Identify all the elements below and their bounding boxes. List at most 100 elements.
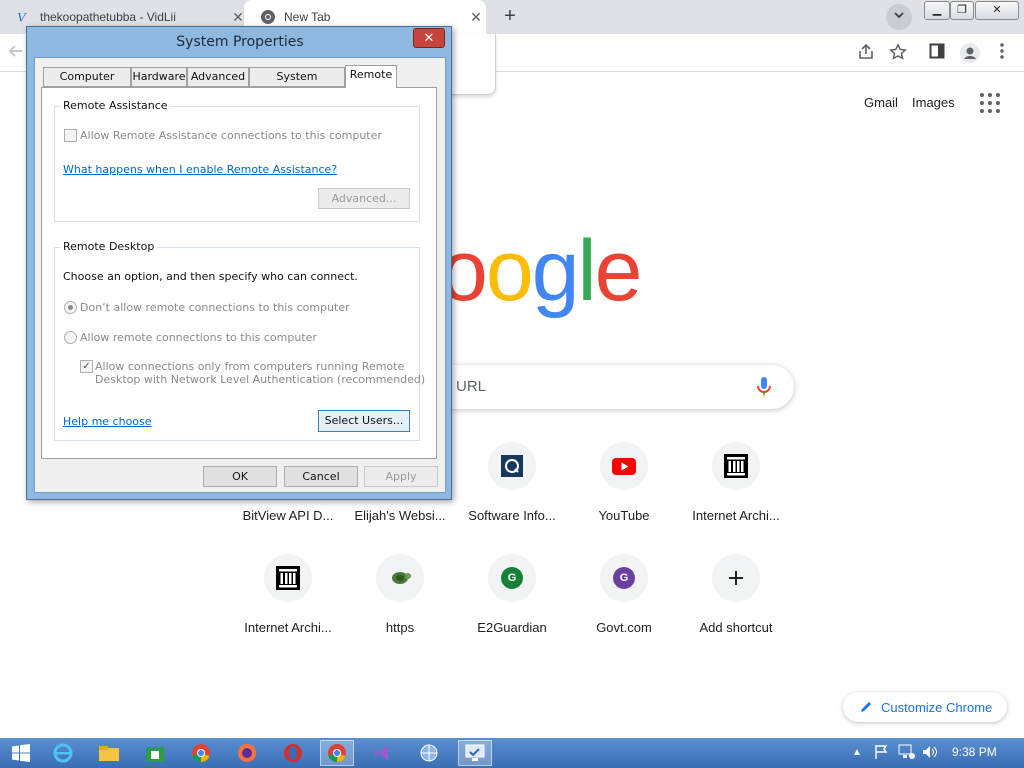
logo-text: oogle [440, 223, 643, 319]
svg-text:V: V [17, 11, 27, 25]
chrome-icon [260, 9, 276, 25]
visual-studio-icon[interactable] [366, 740, 400, 766]
customize-chrome-button[interactable]: Customize Chrome [843, 692, 1007, 722]
tab-computer-name[interactable]: Computer Name [43, 67, 131, 101]
nla-label-line1: Allow connections only from computers ru… [95, 360, 405, 373]
minimize-button[interactable]: ▁ [924, 1, 950, 20]
tab-title: thekoopathetubba - VidLii [40, 10, 176, 24]
taskbar-clock[interactable]: 9:38 PM [952, 745, 997, 759]
shortcut-label: Elijah's Websi... [354, 508, 446, 523]
tab-advanced[interactable]: Advanced [187, 67, 249, 87]
ok-button[interactable]: OK [203, 466, 277, 487]
logo-letter: l [577, 223, 597, 319]
gmail-link[interactable]: Gmail [864, 95, 898, 110]
network-icon[interactable] [898, 744, 916, 760]
help-me-choose-link[interactable]: Help me choose [63, 415, 152, 428]
system-properties-dialog: System Properties ✕ Computer Name Hardwa… [26, 26, 452, 500]
tab-hardware[interactable]: Hardware [131, 67, 187, 87]
shortcut-label: Govt.com [596, 620, 652, 635]
software-info-icon [488, 442, 536, 490]
advanced-button[interactable]: Advanced... [318, 188, 410, 209]
store-icon[interactable] [138, 740, 172, 766]
shortcut-label: https [385, 620, 415, 635]
allow-remote-label: Allow remote connections to this compute… [80, 331, 317, 344]
shortcut-label: Internet Archi... [692, 508, 780, 523]
remote-tab-pane: Remote Assistance Allow Remote Assistanc… [41, 87, 437, 459]
customize-label: Customize Chrome [881, 699, 993, 715]
logo-letter: g [531, 223, 580, 319]
search-placeholder: URL [456, 378, 487, 395]
action-center-flag-icon[interactable] [874, 745, 890, 759]
shortcut-label: YouTube [598, 508, 650, 523]
remote-assistance-title: Remote Assistance [60, 99, 171, 112]
allow-remote-assistance-label: Allow Remote Assistance connections to t… [80, 129, 382, 142]
select-users-button[interactable]: Select Users... [318, 410, 410, 432]
google-apps-icon[interactable] [980, 93, 1000, 113]
tab-close-icon[interactable]: ✕ [466, 9, 486, 26]
volume-icon[interactable] [922, 745, 938, 759]
remote-assistance-help-link[interactable]: What happens when I enable Remote Assist… [63, 163, 337, 176]
dont-allow-label: Don’t allow remote connections to this c… [80, 301, 350, 314]
microphone-icon[interactable] [754, 375, 774, 399]
windows-logo-icon [12, 744, 30, 762]
letter-g-green-icon: G [488, 554, 536, 602]
allow-remote-radio[interactable] [64, 331, 77, 344]
dont-allow-radio[interactable] [64, 301, 77, 314]
search-box[interactable]: URL [440, 365, 794, 409]
shortcut-label: Add shortcut [699, 620, 773, 635]
shortcut-label: Software Info... [468, 508, 556, 523]
new-tab-button[interactable]: + [498, 4, 522, 28]
shortcut-tile[interactable]: https [344, 554, 456, 635]
remote-desktop-title: Remote Desktop [60, 240, 158, 253]
vidlii-icon: V [16, 9, 32, 25]
file-explorer-icon[interactable] [92, 740, 126, 766]
back-icon[interactable] [6, 43, 26, 63]
tab-search-button[interactable] [886, 4, 912, 30]
system-properties-taskbar-icon[interactable] [458, 740, 492, 766]
close-window-button[interactable]: ✕ [975, 1, 1019, 20]
opera-icon[interactable] [276, 740, 310, 766]
cancel-button[interactable]: Cancel [284, 466, 358, 487]
dialog-title: System Properties [176, 34, 304, 50]
restore-button[interactable]: ❐ [950, 1, 974, 20]
chrome-active-taskbar-icon[interactable] [320, 740, 354, 766]
chevron-down-icon [894, 12, 904, 19]
internet-explorer-icon[interactable] [46, 740, 80, 766]
shortcut-tile[interactable]: Software Info... [456, 442, 568, 523]
shortcut-tile[interactable]: G E2Guardian [456, 554, 568, 635]
dialog-body: Computer Name Hardware Advanced System P… [34, 57, 446, 493]
show-hidden-icons-arrow[interactable]: ▲ [852, 747, 862, 758]
shortcut-tile[interactable]: G Govt.com [568, 554, 680, 635]
shortcut-tile[interactable]: Add shortcut [680, 554, 792, 635]
shortcut-label: BitView API D... [242, 508, 334, 523]
logo-letter: o [485, 223, 534, 319]
images-link[interactable]: Images [912, 95, 955, 110]
apply-button[interactable]: Apply [364, 466, 438, 487]
shortcut-letter: G [507, 572, 517, 584]
dialog-close-button[interactable]: ✕ [413, 28, 445, 48]
shortcut-tile[interactable]: YouTube [568, 442, 680, 523]
chrome-taskbar-icon[interactable] [184, 740, 218, 766]
remote-desktop-instruction: Choose an option, and then specify who c… [63, 270, 358, 283]
logo-letter: e [594, 223, 643, 319]
share-icon[interactable] [856, 43, 876, 63]
internet-archive-icon [264, 554, 312, 602]
internet-archive-icon [712, 442, 760, 490]
allow-remote-assistance-checkbox[interactable] [64, 129, 77, 142]
shortcut-tile[interactable]: Internet Archi... [232, 554, 344, 635]
bookmark-star-icon[interactable] [888, 43, 908, 63]
network-globe-icon[interactable] [412, 740, 446, 766]
tab-system-protection[interactable]: System Protection [249, 67, 345, 101]
start-button[interactable] [6, 740, 36, 766]
shortcut-tile[interactable]: Internet Archi... [680, 442, 792, 523]
shortcut-letter: G [619, 572, 629, 584]
plus-icon [712, 554, 760, 602]
tab-title: New Tab [284, 10, 331, 24]
nla-checkbox[interactable]: ✓ [80, 360, 93, 373]
side-panel-icon[interactable] [927, 43, 947, 63]
menu-kebab-icon[interactable] [992, 43, 1012, 63]
tab-remote[interactable]: Remote [345, 65, 397, 88]
firefox-icon[interactable] [230, 740, 264, 766]
letter-g-purple-icon: G [600, 554, 648, 602]
profile-avatar-icon[interactable] [960, 43, 980, 63]
